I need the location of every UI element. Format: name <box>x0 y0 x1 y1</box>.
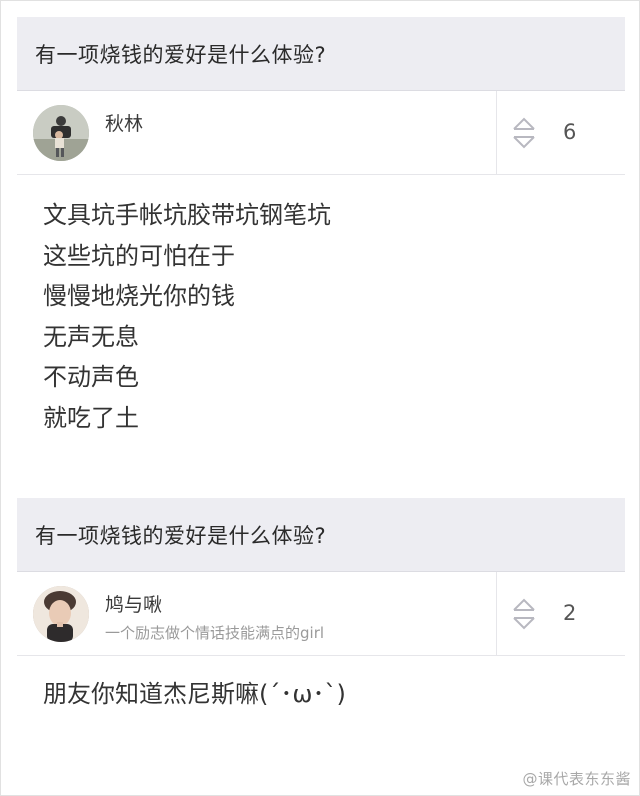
question-title[interactable]: 有一项烧钱的爱好是什么体验? <box>35 39 326 69</box>
vote-updown-icon[interactable] <box>511 596 537 632</box>
answer-line: 文具坑手帐坑胶带坑钢笔坑 <box>43 201 331 229</box>
answer-body[interactable]: 朋友你知道杰尼斯嘛(´･ω･`) <box>17 656 625 715</box>
answer-card[interactable]: 有一项烧钱的爱好是什么体验? 秋林 6 文具坑手帐坑胶带坑钢笔坑 这些坑的可怕在… <box>17 17 625 477</box>
vote-count: 6 <box>563 120 577 144</box>
vote-area: 2 <box>496 572 625 655</box>
answer-line: 朋友你知道杰尼斯嘛(´･ω･`) <box>43 680 346 708</box>
author-name[interactable]: 鸠与啾 <box>105 590 162 617</box>
watermark: @课代表东东酱 <box>522 770 631 788</box>
question-title[interactable]: 有一项烧钱的爱好是什么体验? <box>35 520 326 550</box>
answer-line: 无声无息 <box>43 322 139 351</box>
vote-count: 2 <box>563 601 577 625</box>
answer-line: 这些坑的可怕在于 <box>43 241 235 270</box>
vote-updown-icon[interactable] <box>511 115 537 151</box>
user-avatar-icon[interactable] <box>33 586 89 642</box>
answer-body[interactable]: 文具坑手帐坑胶带坑钢笔坑 这些坑的可怕在于 慢慢地烧光你的钱 无声无息 不动声色… <box>17 175 625 438</box>
question-header[interactable]: 有一项烧钱的爱好是什么体验? <box>17 17 625 91</box>
answer-line: 慢慢地烧光你的钱 <box>43 282 235 310</box>
answer-line: 就吃了土 <box>43 403 139 432</box>
user-avatar-icon[interactable] <box>33 105 89 161</box>
answer-card[interactable]: 有一项烧钱的爱好是什么体验? 鸠与啾 一个励志做个情话技能满点的girl 2 朋… <box>17 498 625 768</box>
author-row: 秋林 6 <box>17 91 625 175</box>
author-bio: 一个励志做个情话技能满点的girl <box>105 624 325 642</box>
screenshot-frame: 有一项烧钱的爱好是什么体验? 秋林 6 文具坑手帐坑胶带坑钢笔坑 这些坑的可怕在… <box>0 0 640 796</box>
vote-area: 6 <box>496 91 625 174</box>
question-header[interactable]: 有一项烧钱的爱好是什么体验? <box>17 498 625 572</box>
author-row: 鸠与啾 一个励志做个情话技能满点的girl 2 <box>17 572 625 656</box>
answer-line: 不动声色 <box>43 363 139 391</box>
author-name[interactable]: 秋林 <box>105 109 143 136</box>
